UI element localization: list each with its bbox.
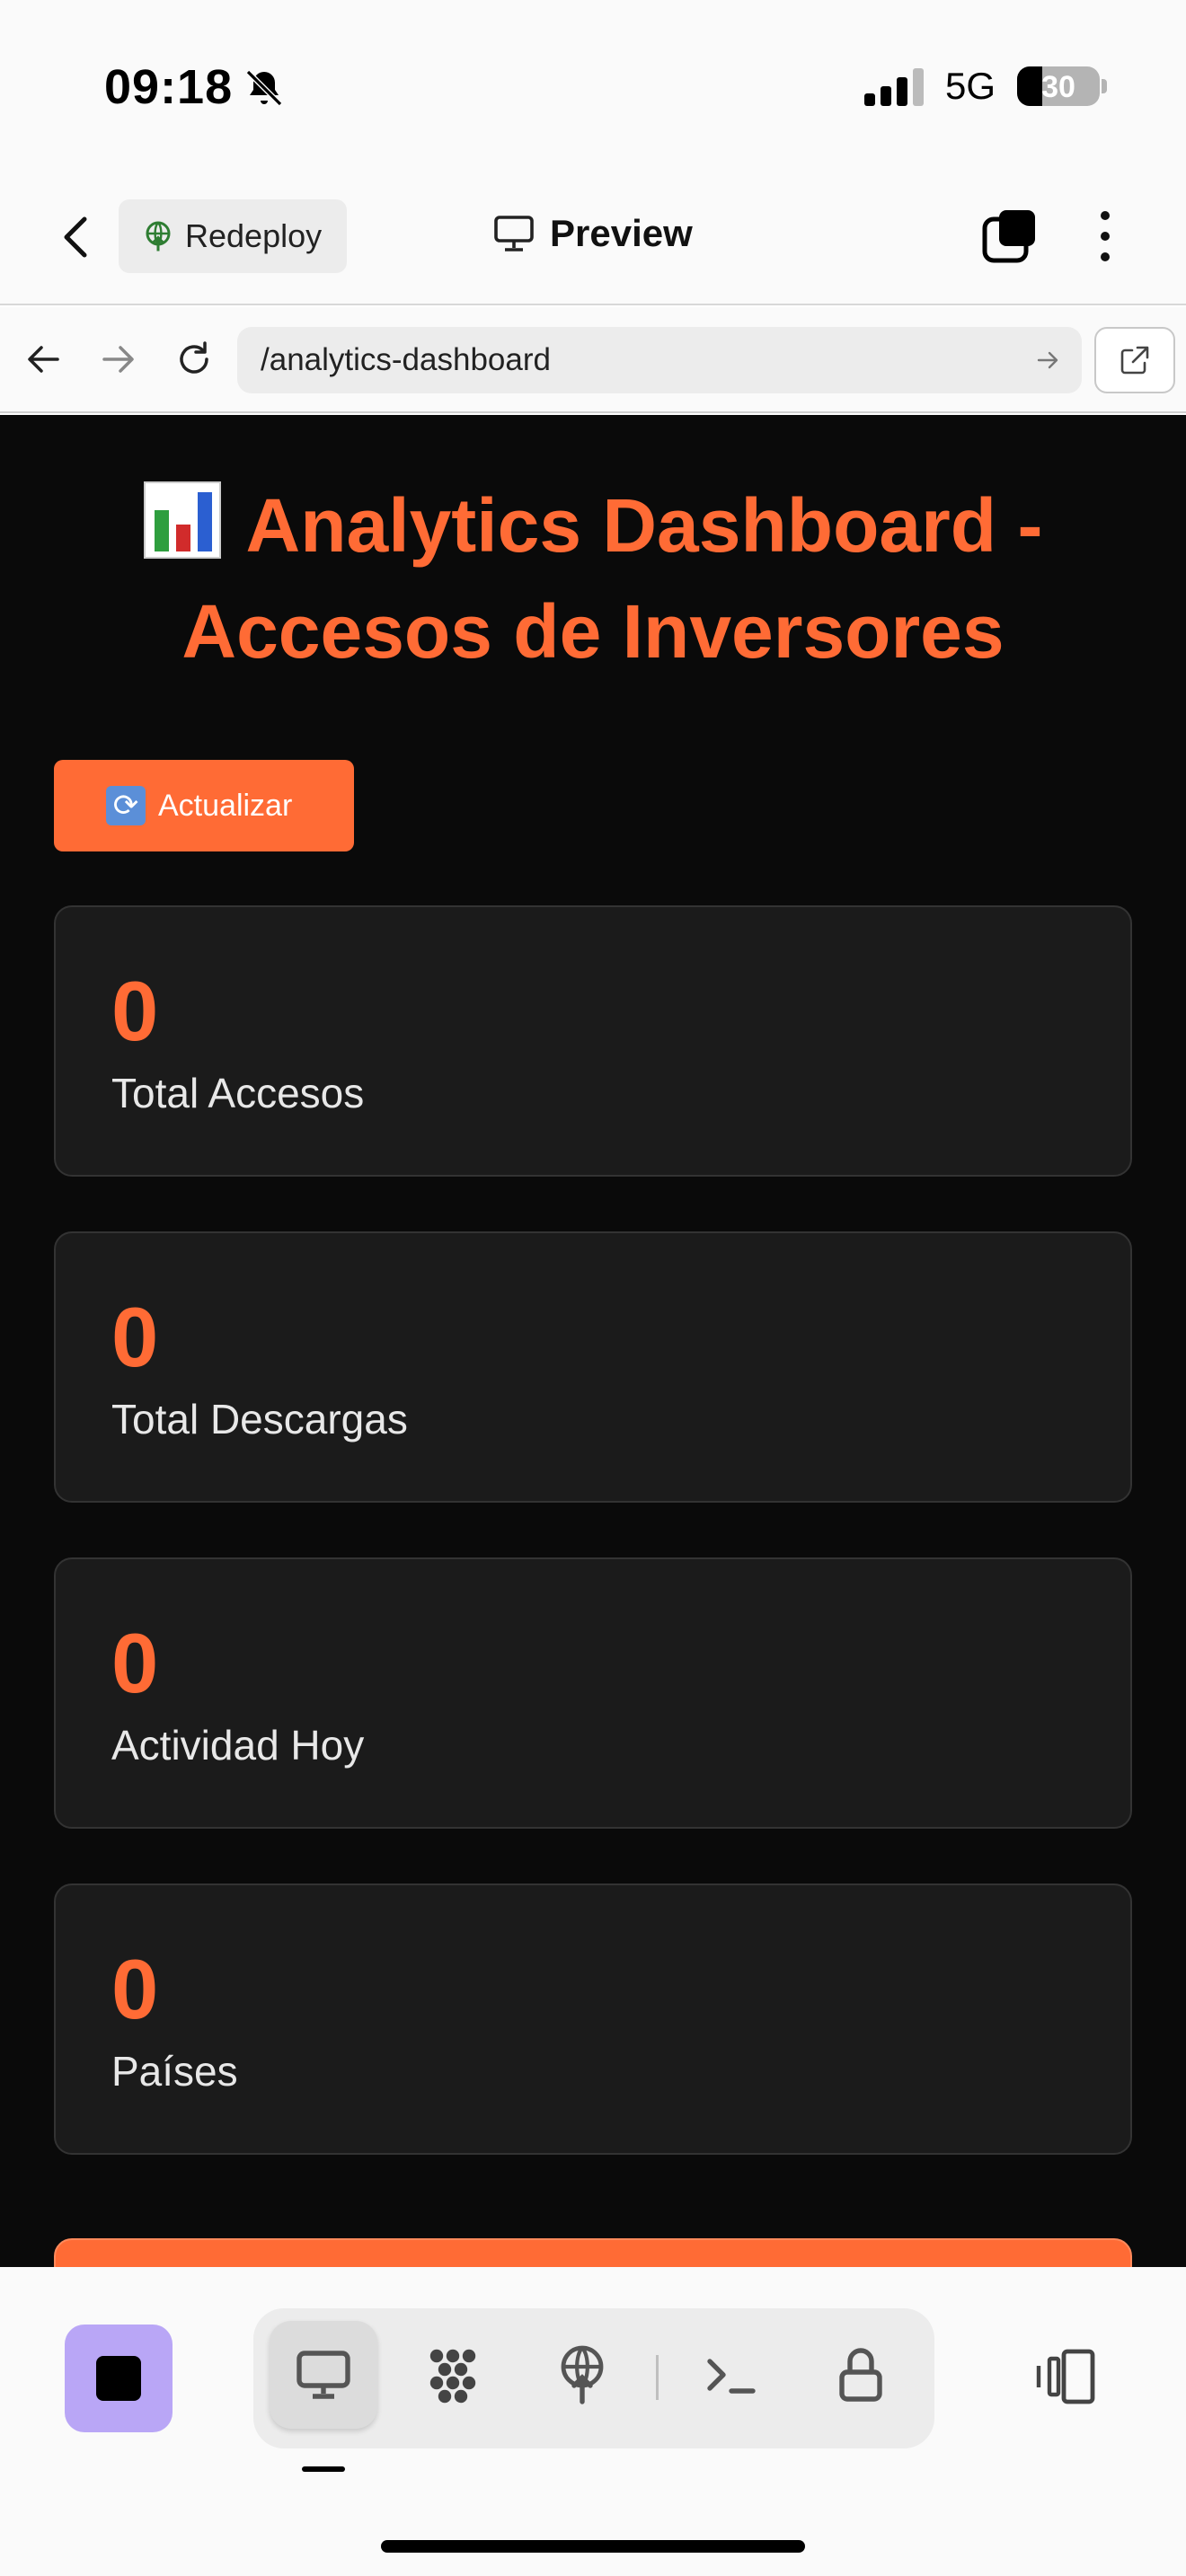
deploy-tool-button[interactable] (528, 2321, 636, 2429)
battery-icon: 30 (1017, 66, 1100, 106)
stat-value: 0 (111, 1290, 159, 1384)
stat-card-actividad-hoy: 0 Actividad Hoy (54, 1557, 1132, 1829)
status-time: 09:18 (104, 60, 234, 114)
open-external-button[interactable] (1094, 327, 1175, 393)
stop-button[interactable] (65, 2325, 173, 2432)
monitor-icon (494, 216, 534, 251)
tool-group (253, 2308, 934, 2448)
stat-label: Total Accesos (111, 1070, 365, 1116)
battery-percent: 30 (1041, 70, 1075, 104)
stat-label: Países (111, 2048, 238, 2095)
page-content: Analytics Dashboard - Accesos de Inverso… (0, 415, 1186, 2267)
refresh-label: Actualizar (158, 788, 293, 823)
back-chevron-icon[interactable] (54, 212, 99, 262)
deploy-globe-icon (561, 2345, 604, 2404)
apps-tool-button[interactable] (399, 2321, 507, 2429)
url-field[interactable]: /analytics-dashboard (237, 327, 1082, 393)
terminal-icon (707, 2359, 756, 2394)
browser-bar: /analytics-dashboard (0, 307, 1186, 413)
desktop-icon (296, 2351, 350, 2399)
redeploy-button[interactable]: Redeploy (119, 199, 347, 273)
preview-label: Preview (550, 212, 693, 254)
external-link-icon (1120, 346, 1149, 375)
network-type: 5G (945, 65, 996, 107)
apps-grid-icon (429, 2349, 476, 2404)
layout-toggle-icon[interactable] (1031, 2341, 1103, 2413)
desktop-tool-button[interactable] (270, 2321, 377, 2429)
stop-icon (96, 2356, 141, 2401)
battery-nub (1102, 79, 1107, 93)
forward-arrow-icon[interactable] (97, 338, 140, 381)
stat-value: 0 (111, 1942, 159, 2036)
bottom-toolbar (0, 2267, 1186, 2576)
refresh-button[interactable]: ⟳ Actualizar (54, 760, 354, 851)
stat-card-total-descargas: 0 Total Descargas (54, 1231, 1132, 1503)
go-arrow-icon[interactable] (1033, 345, 1064, 375)
stat-value: 0 (111, 1616, 159, 1710)
signal-icon (864, 68, 924, 106)
deploy-globe-icon (146, 221, 171, 251)
stat-card-total-accesos: 0 Total Accesos (54, 905, 1132, 1177)
next-section-card (54, 2238, 1132, 2267)
preview-title: Preview (492, 212, 693, 255)
redeploy-label: Redeploy (185, 217, 323, 254)
status-bar: 09:18 5G 30 (0, 0, 1186, 171)
active-tab-indicator (302, 2466, 345, 2472)
tabs-switcher-icon[interactable] (979, 207, 1039, 266)
bell-muted-icon (245, 69, 283, 107)
stat-value: 0 (111, 964, 159, 1058)
lock-icon (839, 2348, 882, 2402)
refresh-icon: ⟳ (106, 786, 146, 825)
reload-icon[interactable] (173, 338, 216, 381)
terminal-tool-button[interactable] (677, 2321, 785, 2429)
toolbar-divider (656, 2355, 659, 2400)
app-header: Redeploy Preview (0, 171, 1186, 305)
back-arrow-icon[interactable] (22, 338, 65, 381)
more-options-icon[interactable] (1087, 207, 1123, 266)
page-title: Analytics Dashboard - Accesos de Inverso… (54, 472, 1132, 684)
stat-label: Total Descargas (111, 1396, 408, 1442)
stat-label: Actividad Hoy (111, 1722, 365, 1769)
secrets-tool-button[interactable] (807, 2321, 915, 2429)
page-title-text: Analytics Dashboard - Accesos de Inverso… (181, 483, 1043, 674)
home-indicator (381, 2540, 805, 2553)
url-text: /analytics-dashboard (261, 342, 551, 377)
bar-chart-emoji-icon (143, 481, 221, 559)
stat-card-paises: 0 Países (54, 1883, 1132, 2155)
